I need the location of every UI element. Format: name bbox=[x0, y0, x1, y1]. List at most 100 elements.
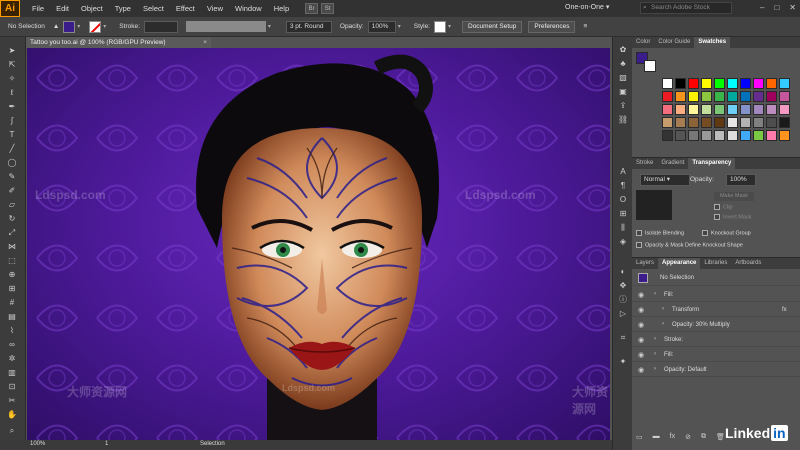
transparency-opacity-field[interactable]: 100% bbox=[726, 174, 756, 186]
workspace-switcher[interactable]: One-on-One ▾ bbox=[565, 3, 609, 11]
slice-tool-icon[interactable]: ✂ bbox=[5, 395, 19, 406]
mesh-tool-icon[interactable]: # bbox=[5, 297, 19, 308]
color-swatch[interactable] bbox=[662, 117, 673, 128]
stock-search-input[interactable]: ⌕ Search Adobe Stock bbox=[640, 2, 732, 14]
magic-wand-tool-icon[interactable]: ✧ bbox=[5, 73, 19, 84]
eraser-tool-icon[interactable]: ▱ bbox=[5, 199, 19, 210]
color-swatch[interactable] bbox=[740, 91, 751, 102]
brush-definition[interactable]: 3 pt. Round bbox=[285, 20, 332, 33]
variables-icon[interactable]: ⌗ bbox=[617, 333, 629, 343]
color-swatch[interactable] bbox=[727, 117, 738, 128]
hand-tool-icon[interactable]: ✋ bbox=[5, 409, 19, 420]
color-swatch[interactable] bbox=[779, 91, 790, 102]
tab-gradient[interactable]: Gradient bbox=[657, 158, 688, 169]
color-swatch[interactable] bbox=[740, 104, 751, 115]
color-swatch[interactable] bbox=[688, 104, 699, 115]
color-swatch[interactable] bbox=[701, 104, 712, 115]
invert-mask-checkbox[interactable]: Invert Mask bbox=[714, 214, 751, 220]
color-swatch[interactable] bbox=[714, 130, 725, 141]
color-swatch[interactable] bbox=[766, 104, 777, 115]
isolate-blending-checkbox[interactable]: Isolate Blending bbox=[636, 230, 684, 236]
stroke-weight-field[interactable] bbox=[143, 20, 178, 33]
active-stroke-swatch[interactable] bbox=[644, 60, 656, 72]
disclosure-arrow-icon[interactable]: › bbox=[662, 321, 664, 327]
color-swatch[interactable] bbox=[766, 130, 777, 141]
color-swatch[interactable] bbox=[753, 91, 764, 102]
tab-stroke[interactable]: Stroke bbox=[632, 158, 657, 169]
isolate-blending-check-box[interactable] bbox=[636, 230, 642, 236]
color-swatch[interactable] bbox=[675, 130, 686, 141]
selection-tool-icon[interactable]: ➤ bbox=[5, 45, 19, 56]
blend-mode-select[interactable]: Normal ▾ bbox=[640, 174, 690, 186]
disclosure-arrow-icon[interactable]: › bbox=[654, 366, 656, 372]
fill-swatch[interactable] bbox=[63, 20, 76, 33]
style-dropdown-icon[interactable]: ▾ bbox=[448, 23, 456, 30]
color-swatch[interactable] bbox=[714, 117, 725, 128]
zoom-level[interactable]: 100% bbox=[30, 441, 45, 447]
close-button[interactable]: ✕ bbox=[789, 3, 796, 12]
maximize-button[interactable]: □ bbox=[774, 3, 779, 12]
color-swatch[interactable] bbox=[675, 91, 686, 102]
shaper-tool-icon[interactable]: ✐ bbox=[5, 185, 19, 196]
artboard-number[interactable]: 1 bbox=[105, 441, 108, 447]
align-icon[interactable]: ≡ bbox=[583, 23, 587, 30]
color-swatch[interactable] bbox=[779, 78, 790, 89]
line-tool-icon[interactable]: ╱ bbox=[5, 143, 19, 154]
paintbrush-tool-icon[interactable]: ✎ bbox=[5, 171, 19, 182]
profile-dropdown-icon[interactable]: ▾ bbox=[268, 23, 276, 30]
menu-view[interactable]: View bbox=[201, 0, 229, 17]
color-swatch[interactable] bbox=[662, 130, 673, 141]
disclosure-arrow-icon[interactable]: › bbox=[654, 291, 656, 297]
color-swatch[interactable] bbox=[662, 104, 673, 115]
fill-dropdown-icon[interactable]: ▾ bbox=[77, 23, 85, 30]
preferences-button[interactable]: Preferences bbox=[528, 20, 576, 33]
style-swatch[interactable] bbox=[434, 20, 446, 33]
tab-transparency[interactable]: Transparency bbox=[688, 158, 736, 169]
rotate-tool-icon[interactable]: ↻ bbox=[5, 213, 19, 224]
color-swatch[interactable] bbox=[779, 130, 790, 141]
visibility-eye-icon[interactable]: ◉ bbox=[638, 366, 644, 374]
type-tool-icon[interactable]: T bbox=[5, 129, 19, 140]
tab-color[interactable]: Color bbox=[632, 37, 654, 48]
color-swatch[interactable] bbox=[727, 91, 738, 102]
add-stroke-icon[interactable]: ▭ bbox=[636, 433, 643, 441]
add-fill-icon[interactable]: ▬ bbox=[653, 433, 660, 441]
opacity-field[interactable]: 100% bbox=[367, 20, 396, 33]
opacity-mask-check-box[interactable] bbox=[636, 242, 642, 248]
color-swatch[interactable] bbox=[701, 117, 712, 128]
appearance-row[interactable]: ◉ › Fill: bbox=[632, 288, 800, 302]
status-mode[interactable]: Selection bbox=[200, 441, 225, 447]
delete-icon[interactable]: 🗑 bbox=[716, 433, 725, 441]
invert-mask-check-box[interactable] bbox=[714, 214, 720, 220]
opacity-mask-checkbox[interactable]: Opacity & Mask Define Knockout Shape bbox=[636, 242, 743, 248]
appearance-row[interactable]: ◉ › Opacity: Default bbox=[632, 363, 800, 377]
stroke-swatch[interactable] bbox=[89, 20, 102, 33]
color-swatch[interactable] bbox=[740, 130, 751, 141]
curvature-tool-icon[interactable]: ∫ bbox=[5, 115, 19, 126]
visibility-eye-icon[interactable]: ◉ bbox=[638, 321, 644, 329]
menu-effect[interactable]: Effect bbox=[170, 0, 201, 17]
menu-object[interactable]: Object bbox=[75, 0, 109, 17]
opentype-icon[interactable]: O bbox=[617, 195, 629, 205]
close-tab-icon[interactable]: × bbox=[203, 37, 207, 48]
artboard-canvas[interactable]: Ldspsd.com Ldspsd.com 大师资源网 大师资源网 Ldspsd… bbox=[27, 48, 610, 440]
color-swatch[interactable] bbox=[779, 117, 790, 128]
clip-check-box[interactable] bbox=[714, 204, 720, 210]
symbols-icon[interactable]: ♣ bbox=[617, 59, 629, 69]
color-swatch[interactable] bbox=[675, 78, 686, 89]
color-swatch[interactable] bbox=[753, 78, 764, 89]
visibility-eye-icon[interactable]: ◉ bbox=[638, 351, 644, 359]
color-swatch[interactable] bbox=[766, 91, 777, 102]
eyedropper-tool-icon[interactable]: ⌇ bbox=[5, 325, 19, 336]
menu-type[interactable]: Type bbox=[109, 0, 137, 17]
shape-builder-tool-icon[interactable]: ⊕ bbox=[5, 269, 19, 280]
color-swatch[interactable] bbox=[662, 91, 673, 102]
knockout-group-check-box[interactable] bbox=[702, 230, 708, 236]
pathfinder-icon[interactable]: ◈ bbox=[617, 237, 629, 247]
color-swatch[interactable] bbox=[727, 130, 738, 141]
zoom-tool-icon[interactable]: ⌕ bbox=[5, 425, 19, 436]
color-swatch[interactable] bbox=[740, 117, 751, 128]
stroke-dropdown-icon[interactable]: ▾ bbox=[103, 23, 111, 30]
color-swatch[interactable] bbox=[714, 91, 725, 102]
color-swatch[interactable] bbox=[779, 104, 790, 115]
